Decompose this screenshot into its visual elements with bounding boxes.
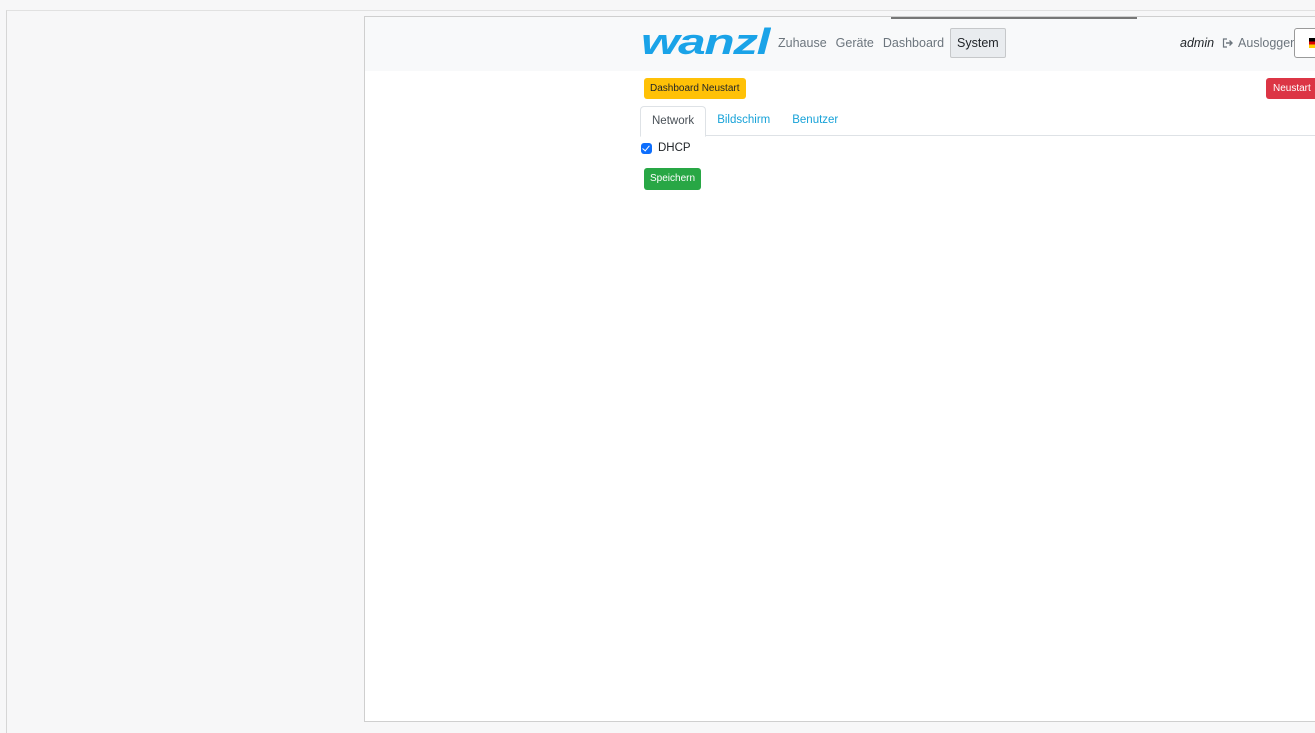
save-button[interactable]: Speichern [644, 168, 702, 190]
user-area: admin Ausloggen [1180, 28, 1297, 58]
tab-bildschirm[interactable]: Bildschirm [706, 106, 781, 136]
main-nav: Zuhause Geräte Dashboard System [775, 28, 1009, 58]
dhcp-checkbox[interactable] [641, 142, 652, 154]
german-flag-icon [1309, 38, 1315, 48]
dashboard-restart-button[interactable]: Dashboard Neustart [644, 78, 746, 99]
top-scroll-indicator [891, 17, 1137, 19]
app-window: wanzl Zuhause Geräte Dashboard System ad… [364, 16, 1315, 722]
nav-dashboard[interactable]: Dashboard [880, 28, 947, 58]
checkmark-icon [642, 143, 650, 151]
sign-out-icon [1222, 38, 1234, 48]
nav-system[interactable]: System [950, 28, 1006, 58]
tab-benutzer[interactable]: Benutzer [781, 106, 849, 136]
restart-button[interactable]: Neustart [1266, 78, 1315, 99]
settings-tabs: Network Bildschirm Benutzer [640, 106, 1315, 137]
logout-link[interactable]: Ausloggen [1222, 36, 1297, 50]
logo-text: wanzl [641, 25, 771, 59]
navbar: wanzl Zuhause Geräte Dashboard System ad… [365, 17, 1315, 71]
dhcp-label: DHCP [658, 142, 691, 154]
username: admin [1180, 36, 1215, 50]
nav-geraete[interactable]: Geräte [833, 28, 877, 58]
dhcp-row: DHCP [641, 142, 691, 154]
nav-zuhause[interactable]: Zuhause [775, 28, 830, 58]
tab-network[interactable]: Network [640, 106, 707, 137]
wanzl-logo: wanzl [641, 25, 771, 59]
language-button[interactable] [1294, 28, 1315, 58]
logout-label: Ausloggen [1238, 36, 1298, 50]
